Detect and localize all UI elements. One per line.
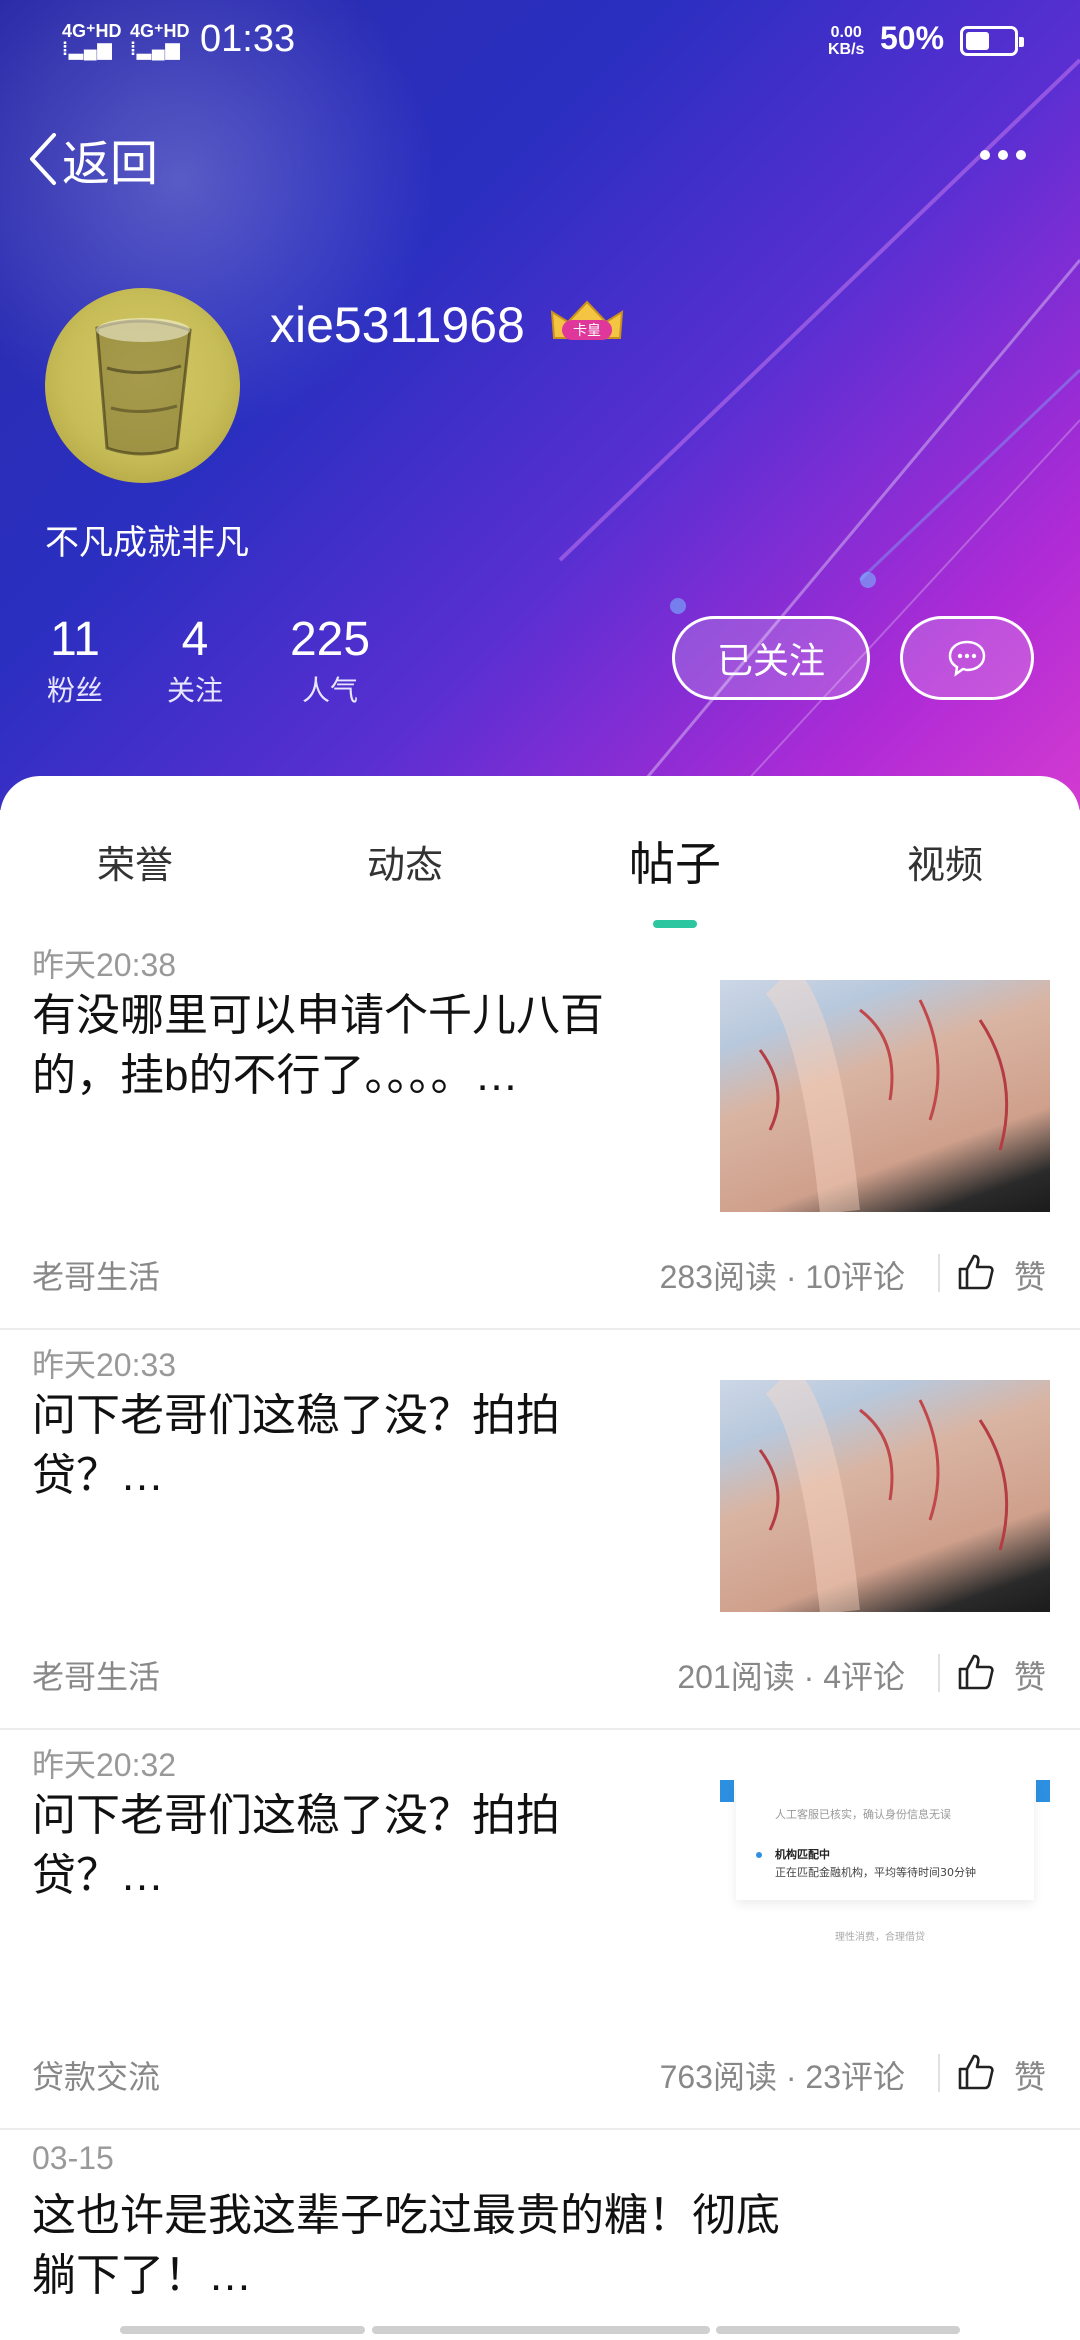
profile-header: 4G⁺HD ⁞▂▄▆ 4G⁺HD ⁞▂▄▆ 01:33 0.00 KB/s 50% 返…	[0, 0, 1080, 810]
avatar[interactable]	[45, 288, 240, 483]
divider	[938, 1254, 940, 1292]
back-button[interactable]: 返回	[28, 124, 158, 194]
post-title: 问下老哥们这稳了没？拍拍贷？…	[32, 1391, 560, 1500]
post-title: 有没哪里可以申请个千儿八百的，挂b的不行了。。。。…	[32, 991, 604, 1100]
post-thumbnail[interactable]	[720, 1380, 1050, 1612]
post-category[interactable]: 贷款交流	[32, 2052, 160, 2098]
battery-percent: 50%	[880, 20, 945, 56]
post-title: 这也许是我这辈子吃过最贵的糖！彻底躺下了！…	[32, 2191, 780, 2300]
tab-posts[interactable]: 帖子	[575, 828, 775, 894]
signal-indicator-2: 4G⁺HD ⁞▂▄▆	[130, 21, 190, 59]
clock: 01:33	[200, 18, 296, 60]
screenshot-image: 人工客服已核实，确认身份信息无误 机构匹配中 正在匹配金融机构，平均等待时间30…	[720, 1780, 1050, 2012]
post-stats: 201阅读 · 4评论	[677, 1659, 905, 1695]
scroll-indicator	[716, 2326, 960, 2334]
username: xie5311968	[270, 297, 525, 353]
post-date: 昨天20:33	[32, 1347, 177, 1383]
scroll-indicator	[372, 2326, 710, 2334]
photo-image	[720, 980, 1050, 1212]
post-item[interactable]: 昨天20:33 问下老哥们这稳了没？拍拍贷？… 老哥生活 201阅读 · 4评论…	[0, 1330, 1080, 1730]
following-button[interactable]: 已关注	[672, 616, 870, 700]
post-item[interactable]: 昨天20:38 有没哪里可以申请个千儿八百的，挂b的不行了。。。。… 老哥生活 …	[0, 930, 1080, 1330]
stat-value: 11	[50, 613, 100, 666]
stat-label: 粉丝	[46, 675, 103, 706]
scroll-indicator	[120, 2326, 365, 2334]
divider	[938, 2054, 940, 2092]
stat-popularity[interactable]: 225 人气	[280, 612, 380, 709]
photo-image	[720, 1380, 1050, 1612]
stat-label: 关注	[166, 675, 223, 706]
more-menu-button[interactable]	[980, 150, 1026, 160]
post-item[interactable]: 昨天20:32 问下老哥们这稳了没？拍拍贷？… 人工客服已核实，确认身份信息无误…	[0, 1730, 1080, 2130]
chevron-left-icon	[30, 133, 56, 185]
dot-icon	[998, 150, 1008, 160]
like-label[interactable]: 赞	[1014, 2052, 1046, 2098]
tab-bar: 荣誉 动态 帖子 视频	[0, 834, 1080, 914]
back-label: 返回	[62, 138, 159, 191]
badge-label: 卡皇	[573, 323, 601, 339]
post-date: 03-15	[32, 2140, 114, 2176]
screenshot-text: 人工客服已核实，确认身份信息无误	[775, 1808, 951, 1821]
network-speed: 0.00 KB/s	[828, 24, 865, 58]
divider	[938, 1654, 940, 1692]
post-date: 昨天20:38	[32, 947, 177, 983]
thumbs-up-icon[interactable]	[956, 2052, 996, 2092]
post-item[interactable]: 03-15 这也许是我这辈子吃过最贵的糖！彻底躺下了！…	[0, 2130, 1080, 2340]
post-date: 昨天20:32	[32, 1747, 177, 1783]
crown-badge-icon: 卡皇	[550, 300, 624, 340]
dot-icon	[980, 150, 990, 160]
tab-honors[interactable]: 荣誉	[35, 834, 235, 889]
stat-label: 人气	[301, 675, 358, 706]
like-label[interactable]: 赞	[1014, 1252, 1046, 1298]
stat-value: 225	[289, 613, 371, 666]
tab-activity[interactable]: 动态	[305, 834, 505, 889]
screenshot-text: 正在匹配金融机构，平均等待时间30分钟	[775, 1866, 976, 1879]
stat-value: 4	[181, 613, 209, 666]
bio: 不凡成就非凡	[45, 524, 249, 562]
tab-videos[interactable]: 视频	[845, 834, 1045, 889]
message-button[interactable]	[900, 616, 1034, 700]
post-stats: 283阅读 · 10评论	[659, 1259, 905, 1295]
stat-following[interactable]: 4 关注	[165, 612, 225, 709]
thumbs-up-icon[interactable]	[956, 1652, 996, 1692]
status-bar: 4G⁺HD ⁞▂▄▆ 4G⁺HD ⁞▂▄▆ 01:33 0.00 KB/s 50%	[0, 0, 1080, 80]
glass-icon	[95, 318, 192, 456]
thumbs-up-icon[interactable]	[956, 1252, 996, 1292]
post-category[interactable]: 老哥生活	[32, 1252, 160, 1298]
signal-indicator-1: 4G⁺HD ⁞▂▄▆	[62, 21, 122, 59]
screenshot-text: 理性消费，合理借贷	[835, 1932, 925, 1943]
dot-icon	[1016, 150, 1026, 160]
post-thumbnail[interactable]: 人工客服已核实，确认身份信息无误 机构匹配中 正在匹配金融机构，平均等待时间30…	[720, 1780, 1050, 2012]
screenshot-text: 机构匹配中	[775, 1848, 830, 1861]
battery-icon	[960, 26, 1024, 56]
post-stats: 763阅读 · 23评论	[659, 2059, 905, 2095]
post-thumbnail[interactable]	[720, 980, 1050, 1212]
like-label[interactable]: 赞	[1014, 1652, 1046, 1698]
chat-bubble-icon	[948, 640, 986, 677]
post-title: 问下老哥们这稳了没？拍拍贷？…	[32, 1791, 560, 1900]
stat-fans[interactable]: 11 粉丝	[45, 612, 105, 709]
tab-indicator	[653, 920, 697, 928]
post-category[interactable]: 老哥生活	[32, 1652, 160, 1698]
